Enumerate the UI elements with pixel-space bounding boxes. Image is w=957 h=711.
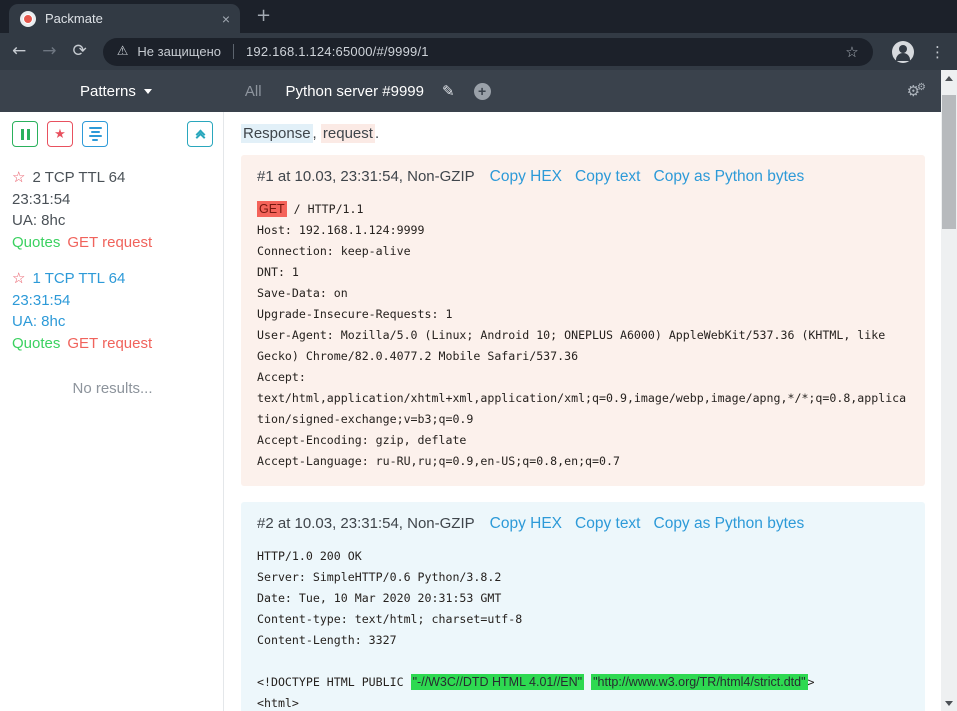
packet-body: GET / HTTP/1.1 Host: 192.168.1.124:9999 … — [257, 199, 912, 472]
collapse-sidebar-button[interactable] — [187, 121, 213, 147]
stream-time: 23:31:54 — [12, 189, 213, 211]
stream-detail-panel: Response, request. #1 at 10.03, 23:31:54… — [224, 112, 941, 711]
packet-header: #2 at 10.03, 23:31:54, Non-GZIP Copy HEX… — [257, 515, 912, 533]
scrollbar-thumb[interactable] — [942, 95, 956, 229]
app-navbar: Patterns All Python server #9999 ✎ + ⚙⚙ — [0, 70, 957, 112]
browser-tab[interactable]: Packmate × — [9, 4, 240, 33]
pattern-tag[interactable]: Quotes — [12, 335, 60, 352]
favorites-filter-button[interactable]: ★ — [47, 121, 73, 147]
content-area: ★ ☆ 2 TCP TTL 64 23:31:54 UA: 8hc Quotes… — [0, 112, 941, 711]
stream-list-item-selected[interactable]: ☆ 1 TCP TTL 64 23:31:54 UA: 8hc Quotes GE… — [12, 268, 213, 354]
tab-all-streams[interactable]: All — [245, 83, 262, 100]
security-label: Не защищено — [137, 44, 221, 59]
stream-list-item[interactable]: ☆ 2 TCP TTL 64 23:31:54 UA: 8hc Quotes GE… — [12, 167, 213, 253]
sidebar-toolbar: ★ — [12, 121, 213, 147]
browser-tab-strip: Packmate × + — [0, 0, 957, 33]
chevron-down-icon — [144, 89, 152, 94]
browser-menu-icon[interactable]: ⋮ — [930, 43, 945, 61]
address-divider — [233, 44, 234, 59]
patterns-dropdown[interactable]: Patterns — [80, 83, 152, 100]
patterns-label: Patterns — [80, 83, 136, 100]
pattern-tag[interactable]: GET request — [67, 234, 152, 251]
pattern-tag[interactable]: Quotes — [12, 234, 60, 251]
back-icon[interactable]: ← — [12, 43, 26, 60]
tab-title: Packmate — [45, 11, 213, 26]
stream-user-agent: UA: 8hc — [12, 210, 213, 232]
tab-close-icon[interactable]: × — [222, 11, 230, 27]
packmate-favicon-icon — [20, 11, 36, 27]
pause-capture-button[interactable] — [12, 121, 38, 147]
stream-tags: Quotes GET request — [12, 333, 213, 355]
packet-body: HTTP/1.0 200 OK Server: SimpleHTTP/0.6 P… — [257, 546, 912, 711]
pattern-tag[interactable]: GET request — [67, 335, 152, 352]
browser-toolbar: ← → ⟳ ⚠ Не защищено 192.168.1.124:65000/… — [0, 33, 957, 70]
stream-title: 1 TCP TTL 64 — [32, 268, 125, 290]
address-bar[interactable]: ⚠ Не защищено 192.168.1.124:65000/#/9999… — [103, 38, 873, 66]
packet-title: #1 at 10.03, 23:31:54, Non-GZIP — [257, 168, 475, 185]
not-secure-warning-icon: ⚠ — [117, 44, 129, 59]
filter-summary: Response, request. — [241, 125, 925, 142]
settings-gears-icon[interactable]: ⚙⚙ — [907, 82, 926, 100]
copy-text-link[interactable]: Copy text — [575, 515, 640, 533]
tab-current-pattern[interactable]: Python server #9999 — [286, 83, 424, 100]
scrollbar-up-arrow[interactable] — [941, 71, 957, 85]
copy-python-bytes-link[interactable]: Copy as Python bytes — [654, 515, 805, 533]
favorite-star-icon[interactable]: ☆ — [12, 268, 25, 290]
page-scrollbar[interactable] — [941, 70, 957, 711]
copy-text-link[interactable]: Copy text — [575, 168, 640, 186]
favorite-star-icon[interactable]: ☆ — [12, 167, 25, 189]
reload-icon[interactable]: ⟳ — [73, 43, 87, 60]
no-results-label: No results... — [12, 380, 213, 397]
copy-hex-link[interactable]: Copy HEX — [490, 168, 562, 186]
copy-python-bytes-link[interactable]: Copy as Python bytes — [654, 168, 805, 186]
new-tab-button[interactable]: + — [256, 7, 271, 25]
edit-pattern-icon[interactable]: ✎ — [442, 82, 455, 100]
add-pattern-button[interactable]: + — [474, 83, 491, 100]
stream-title: 2 TCP TTL 64 — [32, 167, 125, 189]
profile-avatar[interactable] — [892, 41, 914, 63]
packet-response-block: #2 at 10.03, 23:31:54, Non-GZIP Copy HEX… — [241, 502, 925, 711]
packet-header: #1 at 10.03, 23:31:54, Non-GZIP Copy HEX… — [257, 168, 912, 186]
bookmark-star-icon[interactable]: ☆ — [845, 43, 858, 61]
streams-sidebar: ★ ☆ 2 TCP TTL 64 23:31:54 UA: 8hc Quotes… — [0, 112, 224, 711]
copy-hex-link[interactable]: Copy HEX — [490, 515, 562, 533]
packet-request-block: #1 at 10.03, 23:31:54, Non-GZIP Copy HEX… — [241, 155, 925, 486]
stream-time: 23:31:54 — [12, 290, 213, 312]
url-text[interactable]: 192.168.1.124:65000/#/9999/1 — [246, 44, 429, 59]
forward-icon[interactable]: → — [42, 43, 56, 60]
packet-title: #2 at 10.03, 23:31:54, Non-GZIP — [257, 515, 475, 532]
stream-user-agent: UA: 8hc — [12, 311, 213, 333]
stream-tags: Quotes GET request — [12, 232, 213, 254]
scrollbar-down-arrow[interactable] — [941, 696, 957, 710]
stream-list-button[interactable] — [82, 121, 108, 147]
